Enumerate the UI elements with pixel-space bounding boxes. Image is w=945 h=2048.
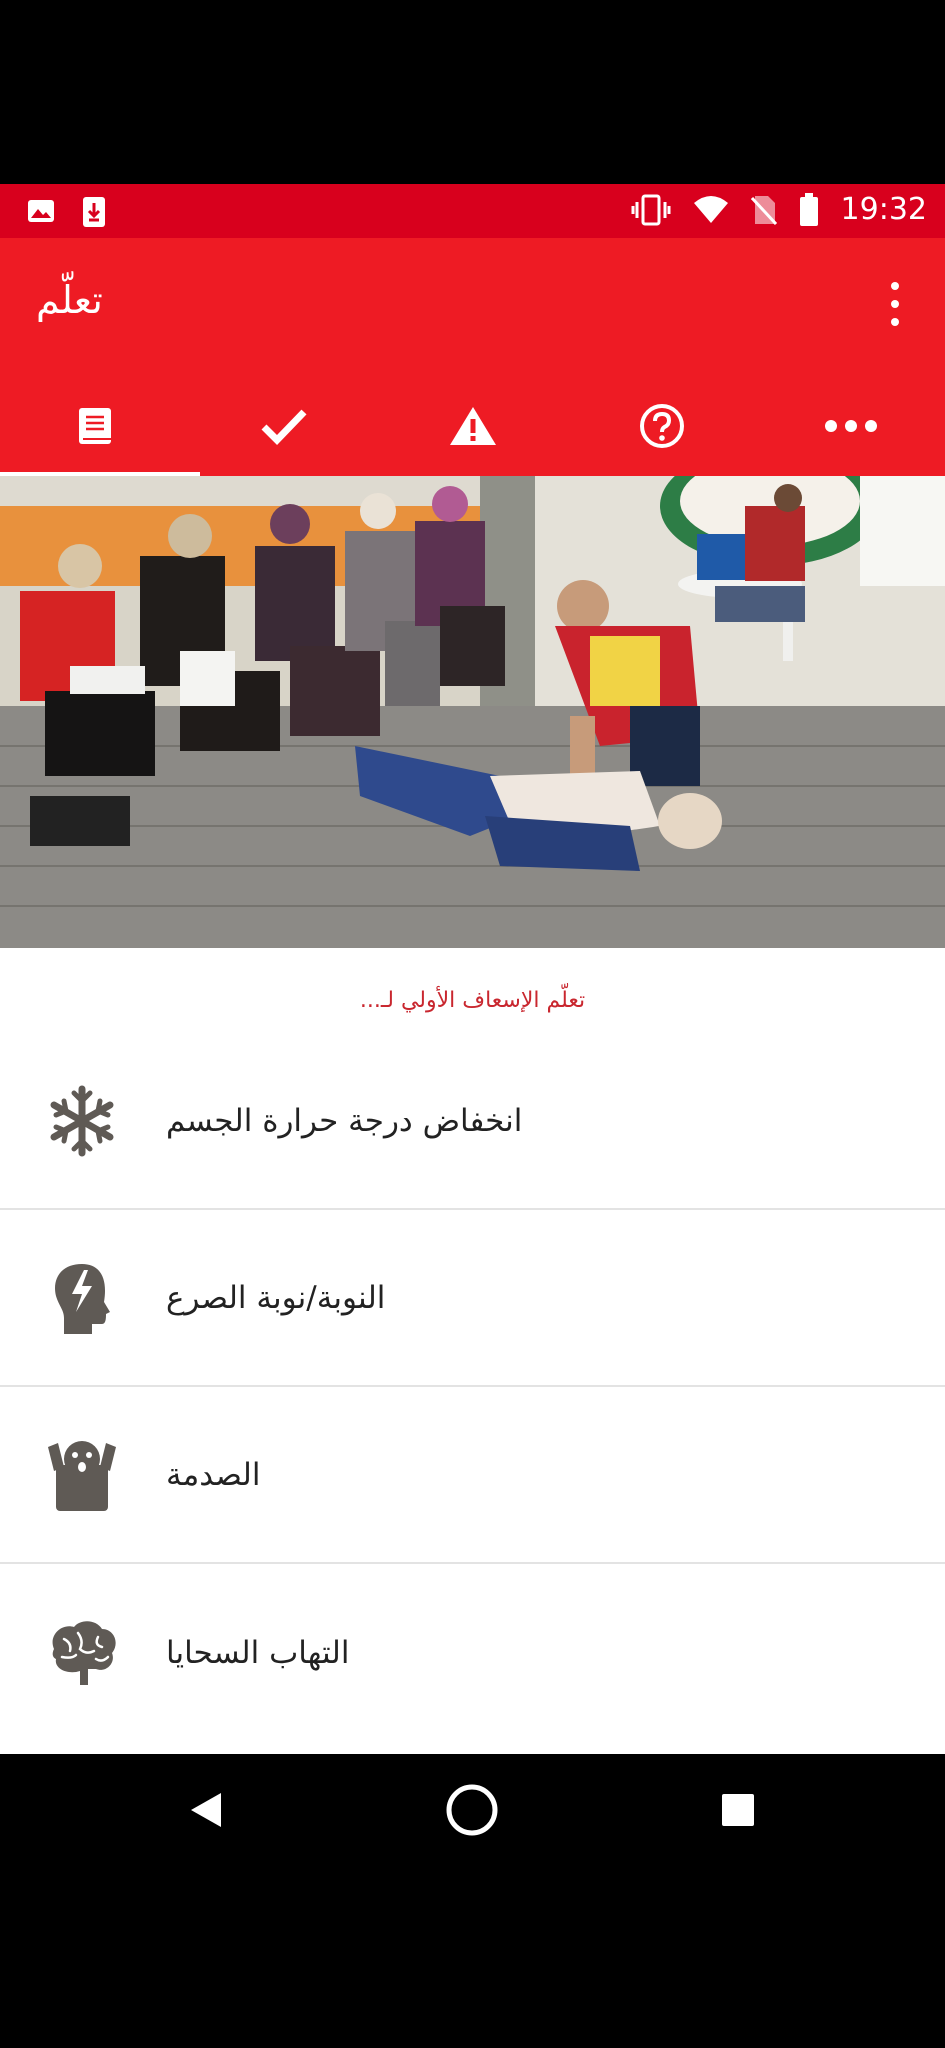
image-notification-icon (28, 200, 54, 222)
first-aid-training-photo (0, 476, 945, 948)
learn-content: تعلّم الإسعاف الأولي لـ... انخفاض درجة ح… (0, 948, 945, 1754)
battery-icon (799, 192, 818, 226)
status-bar: 19:32 (0, 184, 945, 238)
list-item-label: انخفاض درجة حرارة الجسم (166, 1103, 523, 1139)
tab-learn[interactable] (0, 376, 189, 476)
tab-test[interactable] (567, 376, 756, 476)
list-item-hypothermia[interactable]: انخفاض درجة حرارة الجسم (0, 1034, 945, 1210)
bottom-letterbox (0, 1864, 945, 2048)
top-letterbox (0, 0, 945, 184)
tab-emergency[interactable] (378, 376, 567, 476)
more-horizontal-icon (824, 420, 877, 432)
book-icon (78, 408, 111, 444)
warning-icon (449, 407, 496, 445)
wifi-icon (693, 195, 728, 223)
checkmark-icon (261, 409, 307, 445)
brain-icon (52, 1621, 116, 1685)
app-bar: تعلّم (0, 238, 945, 376)
shocked-face-icon (48, 1441, 116, 1511)
system-nav-bar (0, 1754, 945, 1864)
list-item-label: النوبة/نوبة الصرع (166, 1280, 386, 1316)
tab-bar (0, 376, 945, 476)
list-item-meningitis[interactable]: التهاب السحايا (0, 1565, 945, 1741)
list-item-label: التهاب السحايا (166, 1635, 350, 1671)
back-triangle-icon (191, 1793, 221, 1827)
help-circle-icon (639, 404, 684, 448)
home-circle-icon (446, 1784, 498, 1836)
page-title: تعلّم (36, 278, 103, 322)
no-sim-icon (750, 195, 777, 225)
head-lightning-icon (55, 1264, 110, 1334)
back-button[interactable] (174, 1778, 238, 1842)
overflow-menu-icon[interactable] (885, 282, 905, 326)
list-item-seizure[interactable]: النوبة/نوبة الصرع (0, 1211, 945, 1387)
recents-square-icon (722, 1794, 754, 1826)
recents-button[interactable] (706, 1778, 770, 1842)
download-notification-icon (83, 197, 105, 227)
tab-prepare[interactable] (189, 376, 378, 476)
snowflake-icon (50, 1085, 114, 1157)
clock: 19:32 (840, 192, 927, 227)
list-item-label: الصدمة (166, 1457, 261, 1493)
list-item-shock[interactable]: الصدمة (0, 1388, 945, 1564)
home-button[interactable] (440, 1778, 504, 1842)
section-subtitle: تعلّم الإسعاف الأولي لـ... (359, 988, 586, 1013)
vibrate-icon (631, 194, 671, 225)
tab-more[interactable] (756, 376, 945, 476)
